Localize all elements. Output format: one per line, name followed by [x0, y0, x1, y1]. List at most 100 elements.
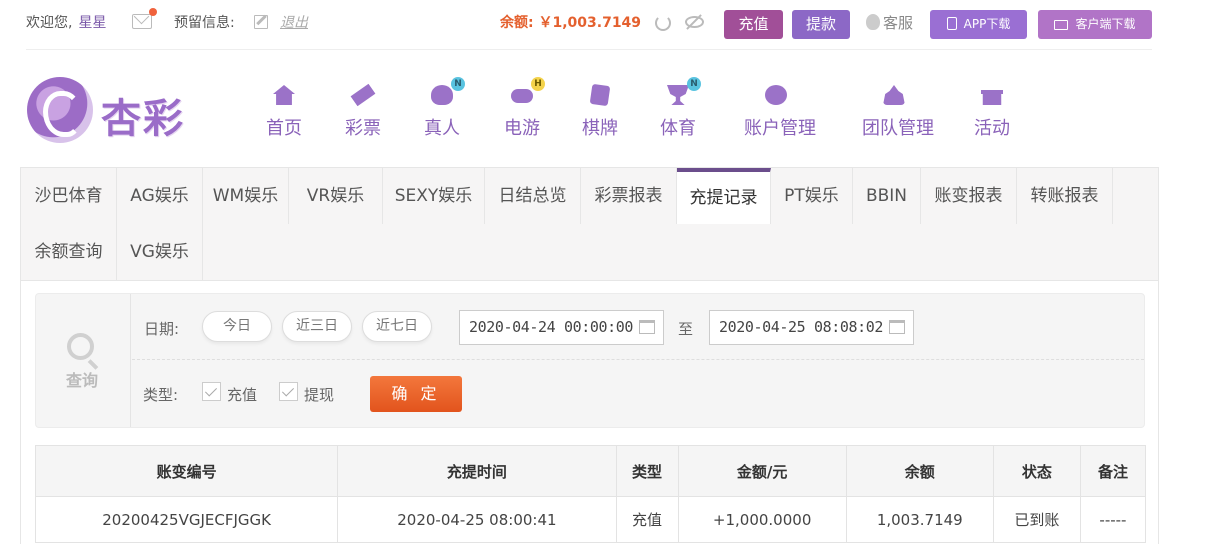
- mail-icon[interactable]: [132, 8, 157, 29]
- nav-egame[interactable]: H 电游: [490, 77, 554, 140]
- nav-label: 体育: [660, 118, 696, 139]
- nav-chess[interactable]: 棋牌: [568, 82, 632, 140]
- service-label: 客服: [883, 14, 914, 32]
- tab-vg[interactable]: VG娱乐: [117, 224, 203, 280]
- cards-icon: [587, 82, 613, 108]
- nav-account[interactable]: 账户管理: [744, 82, 816, 140]
- gift-icon: [979, 82, 1005, 108]
- start-date-value: 2020-04-24 00:00:00: [469, 318, 633, 336]
- nav-live[interactable]: N 真人: [410, 77, 474, 140]
- report-panel: 沙巴体育 AG娱乐 WM娱乐 VR娱乐 SEXY娱乐 日结总览 彩票报表 充提记…: [20, 167, 1159, 544]
- tab-sexy[interactable]: SEXY娱乐: [383, 168, 485, 224]
- customer-service-link[interactable]: 客服: [866, 0, 913, 46]
- monitor-icon: [1054, 20, 1069, 30]
- last-7-days-button[interactable]: 近七日: [362, 311, 432, 342]
- calendar-icon[interactable]: [639, 320, 655, 334]
- nav-label: 账户管理: [744, 118, 816, 139]
- tab-wm[interactable]: WM娱乐: [203, 168, 289, 224]
- withdraw-checkbox[interactable]: [279, 382, 298, 401]
- nav-label: 团队管理: [862, 118, 934, 139]
- table-header-row: 账变编号 充提时间 类型 金额/元 余额 状态 备注: [34, 445, 1147, 497]
- nav-activity[interactable]: 活动: [960, 82, 1024, 140]
- refresh-icon[interactable]: [655, 15, 671, 31]
- app-download-button[interactable]: APP下载: [930, 10, 1027, 39]
- today-button[interactable]: 今日: [202, 311, 272, 342]
- nav-label: 真人: [424, 118, 460, 139]
- trophy-icon: N: [665, 77, 701, 108]
- query-side: 查询: [36, 294, 131, 427]
- col-remark: 备注: [1079, 445, 1147, 497]
- nav-badge: N: [687, 77, 701, 91]
- col-time: 充提时间: [337, 445, 617, 497]
- deposit-checkbox-label[interactable]: 充值: [227, 384, 257, 405]
- edit-icon[interactable]: [254, 15, 268, 29]
- nav-lottery[interactable]: 彩票: [331, 82, 395, 140]
- nav-label: 棋牌: [582, 118, 618, 139]
- end-date-input[interactable]: 2020-04-25 08:08:02: [709, 310, 914, 345]
- app-download-label: APP下载: [963, 17, 1011, 31]
- cell-transaction-id: 20200425VGJECFJGGK: [34, 496, 339, 543]
- cell-time: 2020-04-25 08:00:41: [337, 496, 617, 543]
- nav-label: 活动: [974, 118, 1010, 139]
- col-status: 状态: [992, 445, 1081, 497]
- confirm-button[interactable]: 确 定: [370, 376, 462, 412]
- to-label: 至: [678, 320, 694, 338]
- client-download-button[interactable]: 客户端下载: [1038, 10, 1152, 39]
- logout-link[interactable]: 退出: [280, 0, 308, 46]
- tab-bbin[interactable]: BBIN: [853, 168, 921, 224]
- nav-home[interactable]: 首页: [252, 82, 316, 140]
- nav-label: 电游: [504, 118, 540, 139]
- col-balance: 余额: [845, 445, 994, 497]
- nav-label: 彩票: [345, 118, 381, 139]
- query-label: 查询: [66, 371, 99, 390]
- logo-emblem: [27, 77, 93, 143]
- nav-sports[interactable]: N 体育: [646, 77, 710, 140]
- tab-saba-sports[interactable]: 沙巴体育: [21, 168, 117, 224]
- calendar-icon[interactable]: [889, 320, 905, 334]
- last-3-days-button[interactable]: 近三日: [282, 311, 352, 342]
- tab-balance-query[interactable]: 余额查询: [21, 224, 117, 280]
- logo-text: 杏彩: [101, 96, 185, 142]
- tab-account-change-report[interactable]: 账变报表: [921, 168, 1017, 224]
- tab-pt[interactable]: PT娱乐: [771, 168, 853, 224]
- client-download-label: 客户端下载: [1075, 17, 1136, 31]
- cell-status: 已到账: [992, 496, 1081, 543]
- col-type: 类型: [615, 445, 679, 497]
- unread-dot: [149, 8, 157, 16]
- live-dealer-icon: N: [429, 77, 465, 108]
- reserve-info-label: 预留信息:: [174, 15, 235, 31]
- tab-lottery-report[interactable]: 彩票报表: [581, 168, 677, 224]
- tab-transfer-report[interactable]: 转账报表: [1017, 168, 1113, 224]
- date-label: 日期:: [144, 320, 180, 338]
- welcome-label: 欢迎您,: [26, 15, 73, 31]
- yen-coin-icon: [763, 82, 789, 108]
- tab-vr[interactable]: VR娱乐: [289, 168, 383, 224]
- end-date-value: 2020-04-25 08:08:02: [719, 318, 883, 336]
- nav-label: 首页: [266, 118, 302, 139]
- withdraw-button[interactable]: 提款: [792, 10, 850, 39]
- welcome-text: 欢迎您, 星星: [26, 0, 106, 46]
- nav-badge: N: [451, 77, 465, 91]
- query-filter: 查询 日期: 今日 近三日 近七日 2020-04-24 00:00:00 至 …: [35, 293, 1145, 428]
- withdraw-checkbox-label[interactable]: 提现: [304, 384, 334, 405]
- username[interactable]: 星星: [78, 15, 106, 31]
- gamepad-icon: H: [509, 77, 545, 108]
- phone-icon: [946, 17, 957, 30]
- nav-badge: H: [531, 77, 545, 91]
- report-tabs: 沙巴体育 AG娱乐 WM娱乐 VR娱乐 SEXY娱乐 日结总览 彩票报表 充提记…: [21, 168, 1158, 281]
- start-date-input[interactable]: 2020-04-24 00:00:00: [459, 310, 664, 345]
- site-logo[interactable]: 杏彩: [27, 76, 199, 146]
- type-label: 类型:: [143, 386, 179, 404]
- deposit-button[interactable]: 充值: [724, 10, 783, 39]
- tab-ag[interactable]: AG娱乐: [117, 168, 203, 224]
- team-icon: [881, 82, 907, 108]
- hide-balance-icon[interactable]: [685, 16, 704, 28]
- deposit-checkbox[interactable]: [202, 382, 221, 401]
- nav-team[interactable]: 团队管理: [862, 82, 934, 140]
- table-row: 20200425VGJECFJGGK 2020-04-25 08:00:41 充…: [34, 496, 1147, 543]
- col-transaction-id: 账变编号: [34, 445, 339, 497]
- tab-deposit-withdraw-records[interactable]: 充提记录: [677, 168, 771, 224]
- home-icon: [271, 82, 297, 108]
- col-amount: 金额/元: [677, 445, 847, 497]
- tab-daily-summary[interactable]: 日结总览: [485, 168, 581, 224]
